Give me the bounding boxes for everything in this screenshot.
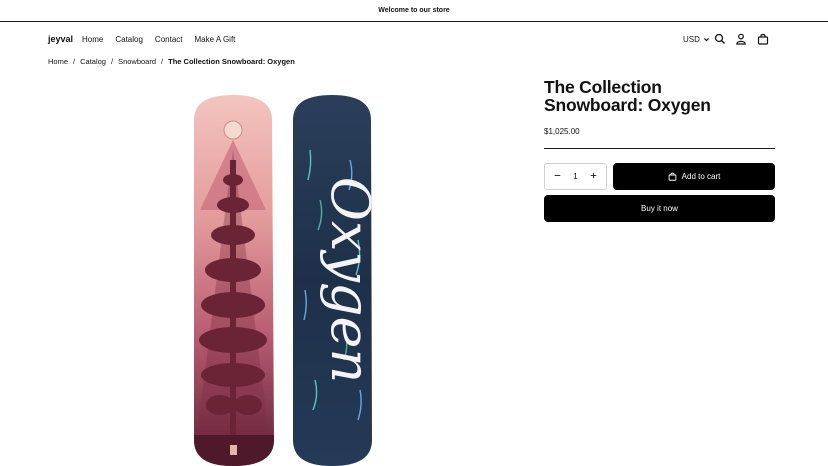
account-icon[interactable] [735,33,747,45]
chevron-down-icon [703,38,709,42]
breadcrumb-home[interactable]: Home [48,57,68,66]
plus-icon [591,172,597,179]
divider [544,148,775,149]
announcement-text: Welcome to our store [378,7,450,14]
quantity-stepper[interactable]: 1 [544,163,607,190]
search-icon[interactable] [714,33,726,45]
quantity-value[interactable]: 1 [573,172,577,181]
nav-make-a-gift[interactable]: Make A Gift [195,35,236,44]
currency-selector[interactable]: USD [683,35,710,44]
product-price: $1,025.00 [544,127,580,136]
minus-icon [554,175,560,176]
nav-catalog[interactable]: Catalog [115,35,143,44]
nav-home[interactable]: Home [82,35,103,44]
breadcrumb-current: The Collection Snowboard: Oxygen [168,57,295,66]
decrease-quantity-button[interactable] [553,172,561,181]
increase-quantity-button[interactable] [590,172,598,181]
cart-bag-icon [668,172,676,181]
product-image[interactable]: Oxygen [150,90,420,466]
add-to-cart-button[interactable]: Add to cart [613,163,775,190]
board-logo-circle [223,120,243,140]
snowboard-left-graphic [194,95,274,466]
nav-contact[interactable]: Contact [155,35,183,44]
buy-it-now-button[interactable]: Buy it now [544,195,775,222]
breadcrumb-separator: / [110,57,114,66]
breadcrumb-separator: / [161,57,164,66]
cart-bag-icon[interactable] [757,33,769,45]
site-header: jeyval Home Catalog Contact Make A Gift … [0,22,828,56]
product-info: The Collection Snowboard: Oxygen $1,025.… [544,78,775,136]
board-script-text: Oxygen [319,177,382,384]
store-logo[interactable]: jeyval [48,34,73,44]
breadcrumb: Home / Catalog / Snowboard / The Collect… [48,57,295,66]
product-title-line-2: Snowboard: Oxygen [544,95,711,115]
snowboard-right-graphic: Oxygen [293,95,382,466]
announcement-bar: Welcome to our store [0,0,828,22]
main-nav: Home Catalog Contact Make A Gift [82,35,235,44]
product-title-line-1: The Collection [544,77,662,97]
breadcrumb-snowboard[interactable]: Snowboard [118,57,156,66]
product-title: The Collection Snowboard: Oxygen [544,78,775,114]
buy-it-now-label: Buy it now [641,204,678,213]
breadcrumb-catalog[interactable]: Catalog [80,57,106,66]
add-to-cart-label: Add to cart [681,172,721,181]
breadcrumb-separator: / [73,57,76,66]
currency-label: USD [683,35,700,44]
